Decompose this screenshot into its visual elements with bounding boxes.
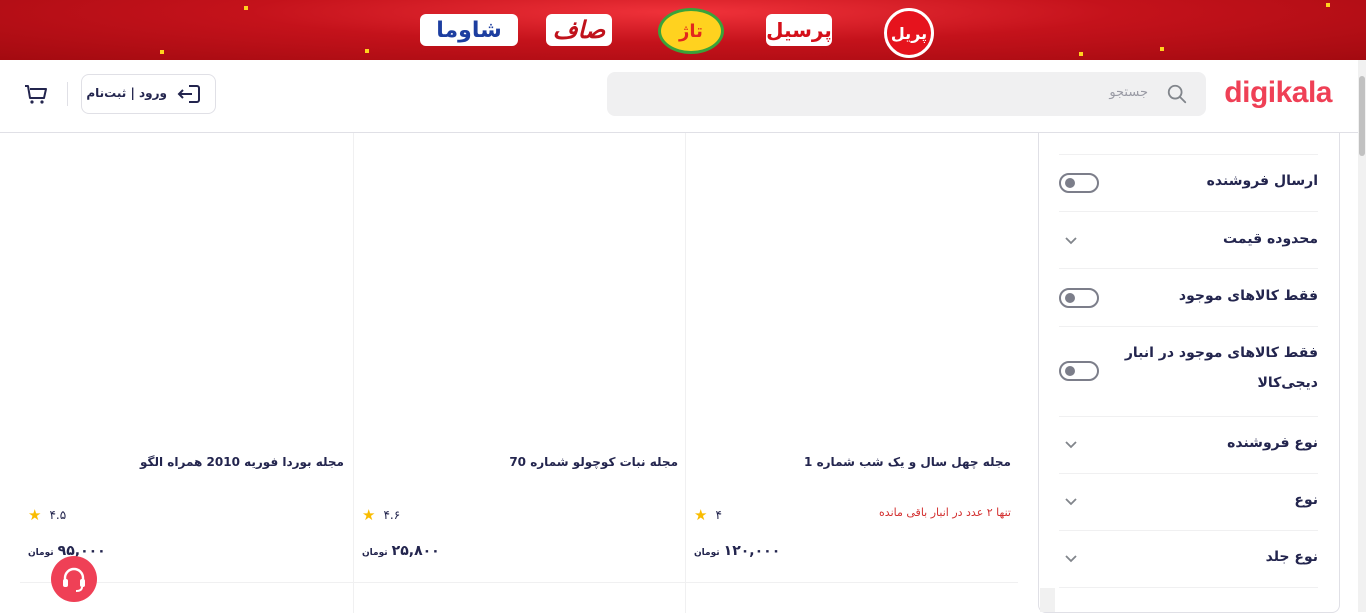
confetti-decoration <box>1326 3 1330 7</box>
filter-label: فقط کالاهای موجود <box>1178 288 1318 304</box>
digikala-stock-toggle[interactable] <box>1059 361 1099 381</box>
cart-icon[interactable] <box>24 82 48 106</box>
headset-icon <box>63 567 85 592</box>
login-label: ورود | ثبت‌نام <box>86 86 167 100</box>
product-price: تومان ۲۵,۸۰۰ <box>362 543 440 559</box>
brand-logo-saf: صاف <box>546 14 612 46</box>
login-button[interactable]: ورود | ثبت‌نام <box>81 74 216 114</box>
product-card-next-row <box>685 583 1018 613</box>
page-scrollbar[interactable] <box>1358 60 1366 612</box>
star-icon: ★ <box>694 506 708 524</box>
header-divider <box>67 82 68 106</box>
filter-label: فقط کالاهای موجود در انبار <box>1124 345 1318 361</box>
brand-logo-taj: تاژ <box>658 8 724 54</box>
brand-logo-shavoma: شاوما <box>420 14 518 46</box>
brand-logo-persil: پرسیل <box>766 14 832 46</box>
filter-available-only[interactable]: فقط کالاهای موجود <box>1059 269 1318 327</box>
product-grid: مجله چهل سال و یک شب شماره 1 تنها ۲ عدد … <box>20 133 1019 613</box>
product-rating: ★ ۴ <box>694 506 722 524</box>
sidebar-scrollbar[interactable] <box>1040 588 1055 612</box>
confetti-decoration <box>365 49 369 53</box>
filter-row-partial <box>1059 133 1318 155</box>
seller-shipping-toggle[interactable] <box>1059 173 1099 193</box>
confetti-decoration <box>1160 47 1164 51</box>
product-rating: ★ ۴.۵ <box>28 506 66 524</box>
product-rating: ★ ۴.۶ <box>362 506 400 524</box>
filter-label: محدوده قیمت <box>1223 231 1318 247</box>
rating-value: ۴.۶ <box>383 508 401 522</box>
filter-seller-type[interactable]: نوع فروشنده <box>1059 417 1318 474</box>
digikala-logo[interactable]: digikala <box>1224 76 1332 110</box>
filter-sidebar: ارسال فروشنده محدوده قیمت فقط کالاهای مو… <box>1038 133 1340 613</box>
filter-digikala-stock[interactable]: فقط کالاهای موجود در انبار دیجی‌کالا <box>1059 327 1318 417</box>
product-title[interactable]: مجله چهل سال و یک شب شماره 1 <box>804 455 1011 469</box>
filter-label: نوع <box>1294 492 1318 508</box>
chevron-down-icon <box>1065 555 1077 563</box>
price-value: ۱۲۰,۰۰۰ <box>723 543 781 559</box>
available-only-toggle[interactable] <box>1059 288 1099 308</box>
filter-seller-shipping[interactable]: ارسال فروشنده <box>1059 154 1318 212</box>
product-card[interactable]: مجله نبات کوچولو شماره 70 ★ ۴.۶ تومان ۲۵… <box>353 133 686 582</box>
promo-banner[interactable]: شاوما صاف تاژ پرسیل پریل <box>0 0 1366 60</box>
stock-warning: تنها ۲ عدد در انبار باقی مانده <box>879 506 1011 519</box>
product-card-next-row <box>353 583 686 613</box>
scrollbar-thumb[interactable] <box>1359 76 1365 156</box>
filter-type[interactable]: نوع <box>1059 474 1318 531</box>
brand-logo-pril: پریل <box>884 8 934 58</box>
confetti-decoration <box>160 50 164 54</box>
currency-label: تومان <box>362 548 388 558</box>
product-title[interactable]: مجله نبات کوچولو شماره 70 <box>509 455 678 469</box>
search-input[interactable]: جستجو <box>607 72 1206 116</box>
filter-label: نوع جلد <box>1265 549 1318 565</box>
product-price: تومان ۱۲۰,۰۰۰ <box>694 543 780 559</box>
toggle-knob <box>1065 178 1075 188</box>
filter-cover-type[interactable]: نوع جلد <box>1059 531 1318 588</box>
product-card[interactable]: مجله بوردا فوریه 2010 همراه الگو ★ ۴.۵ ت… <box>20 133 352 582</box>
rating-value: ۴ <box>715 508 722 522</box>
star-icon: ★ <box>362 506 376 524</box>
price-value: ۲۵,۸۰۰ <box>391 543 440 559</box>
star-icon: ★ <box>28 506 42 524</box>
filter-label: دیجی‌کالا <box>1257 375 1318 391</box>
support-button[interactable] <box>51 556 97 602</box>
filter-label: ارسال فروشنده <box>1206 173 1318 189</box>
chevron-down-icon <box>1065 237 1077 245</box>
rating-value: ۴.۵ <box>49 508 67 522</box>
product-card[interactable]: مجله چهل سال و یک شب شماره 1 تنها ۲ عدد … <box>685 133 1019 582</box>
chevron-down-icon <box>1065 498 1077 506</box>
chevron-down-icon <box>1065 441 1077 449</box>
search-icon <box>1167 84 1187 104</box>
confetti-decoration <box>244 6 248 10</box>
toggle-knob <box>1065 293 1075 303</box>
filter-price-range[interactable]: محدوده قیمت <box>1059 212 1318 269</box>
currency-label: تومان <box>694 548 720 558</box>
confetti-decoration <box>1079 52 1083 56</box>
login-icon <box>177 85 200 103</box>
site-header: digikala جستجو ورود | ثبت‌نام <box>0 60 1358 133</box>
filter-label: نوع فروشنده <box>1227 435 1318 451</box>
toggle-knob <box>1065 366 1075 376</box>
search-placeholder: جستجو <box>1109 85 1148 100</box>
product-title[interactable]: مجله بوردا فوریه 2010 همراه الگو <box>140 455 344 469</box>
currency-label: تومان <box>28 548 54 558</box>
